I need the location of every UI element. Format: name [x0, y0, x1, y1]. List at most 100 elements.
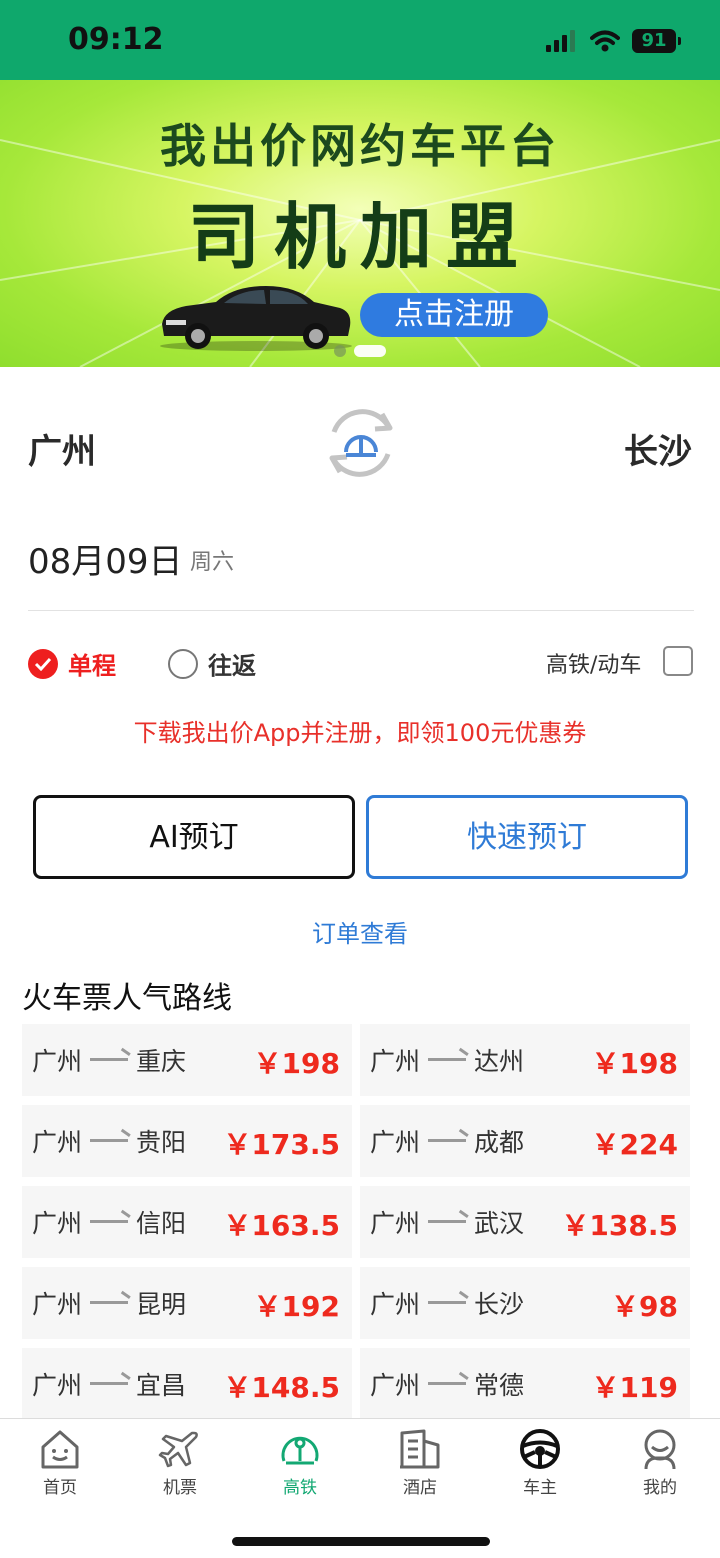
one-way-label: 单程 [68, 652, 116, 680]
arrow-icon [90, 1139, 128, 1142]
route-card[interactable]: 广州 宜昌 ￥148.5 [22, 1348, 352, 1420]
departure-weekday: 周六 [190, 550, 235, 575]
battery-icon: 91 [632, 29, 681, 53]
route-to: 成都 [474, 1128, 525, 1157]
route-card[interactable]: 广州 贵阳 ￥173.5 [22, 1105, 352, 1177]
route-card[interactable]: 广州 武汉 ￥138.5 [360, 1186, 690, 1258]
arrow-icon [428, 1220, 466, 1223]
route-to: 信阳 [136, 1209, 187, 1238]
route-to: 贵阳 [136, 1128, 187, 1157]
route-from: 广州 [32, 1047, 83, 1076]
route-from: 广州 [370, 1209, 421, 1238]
banner-headline: 我出价网约车平台 [160, 119, 560, 173]
hotel-icon [400, 1429, 440, 1469]
route-card[interactable]: 广州 重庆 ￥198 [22, 1024, 352, 1096]
status-bar: 09:12 91 [0, 0, 720, 80]
route-card[interactable]: 广州 长沙 ￥98 [360, 1267, 690, 1339]
ai-booking-button[interactable]: AI预订 [33, 795, 355, 879]
route-card[interactable]: 广州 成都 ￥224 [360, 1105, 690, 1177]
signal-icon [546, 30, 575, 52]
high-speed-label: 高铁/动车 [546, 653, 642, 678]
tab-label: 车主 [523, 1478, 557, 1498]
round-trip-radio[interactable]: 往返 [168, 646, 256, 681]
status-icons: 91 [546, 26, 681, 56]
tab-label: 高铁 [283, 1478, 317, 1498]
arrow-icon [428, 1382, 466, 1385]
one-way-radio[interactable]: 单程 [28, 646, 116, 681]
popular-routes-title: 火车票人气路线 [22, 981, 232, 1016]
route-to: 武汉 [474, 1209, 525, 1238]
carousel-dot-active[interactable] [354, 345, 386, 357]
register-cta-button[interactable]: 点击注册 [360, 293, 548, 337]
view-orders-link[interactable]: 订单查看 [0, 914, 720, 949]
route-card[interactable]: 广州 常德 ￥119 [360, 1348, 690, 1420]
home-indicator [232, 1537, 490, 1546]
route-to: 宜昌 [136, 1371, 187, 1400]
arrow-icon [90, 1220, 128, 1223]
carousel-indicator[interactable] [334, 345, 386, 357]
promo-text[interactable]: 下载我出价App并注册，即领100元优惠券 [0, 713, 720, 748]
tab-label: 我的 [643, 1478, 677, 1498]
to-city[interactable]: 长沙 [624, 424, 692, 473]
route-from: 广州 [370, 1128, 421, 1157]
route-from: 广州 [370, 1371, 421, 1400]
profile-icon [644, 1429, 676, 1470]
departure-date[interactable]: 08月09日 [28, 534, 183, 583]
plane-icon [158, 1431, 198, 1468]
quick-booking-button[interactable]: 快速预订 [366, 795, 688, 879]
route-price: ￥138.5 [561, 1209, 678, 1242]
promo-banner[interactable]: 我出价网约车平台 司机加盟 点击注册 [0, 80, 720, 367]
arrow-icon [428, 1301, 466, 1304]
tab-label: 机票 [163, 1478, 197, 1498]
tab-label: 酒店 [403, 1478, 437, 1498]
swap-cities-icon[interactable] [320, 402, 402, 484]
route-card[interactable]: 广州 昆明 ￥192 [22, 1267, 352, 1339]
carousel-dot[interactable] [334, 345, 346, 357]
tab-train[interactable]: 高铁 [240, 1427, 360, 1507]
route-price: ￥173.5 [223, 1128, 340, 1161]
arrow-icon [90, 1058, 128, 1061]
tab-hotel[interactable]: 酒店 [360, 1427, 480, 1507]
route-price: ￥119 [591, 1371, 678, 1404]
route-price: ￥98 [611, 1290, 678, 1323]
checkmark-icon [28, 648, 58, 679]
arrow-icon [90, 1301, 128, 1304]
arrow-icon [428, 1139, 466, 1142]
route-price: ￥198 [253, 1047, 340, 1080]
tab-label: 首页 [43, 1478, 77, 1498]
route-from: 广州 [32, 1290, 83, 1319]
status-time: 09:12 [68, 22, 164, 57]
divider [28, 610, 694, 611]
steering-wheel-icon [520, 1429, 560, 1469]
arrow-icon [428, 1058, 466, 1061]
wifi-icon [590, 30, 620, 52]
route-from: 广州 [32, 1209, 83, 1238]
route-to: 昆明 [136, 1290, 187, 1319]
route-from: 广州 [32, 1128, 83, 1157]
route-price: ￥148.5 [223, 1371, 340, 1404]
high-speed-checkbox[interactable] [663, 646, 693, 676]
car-image [160, 286, 352, 351]
tab-car-owner[interactable]: 车主 [480, 1427, 600, 1507]
arrow-icon [90, 1382, 128, 1385]
route-to: 常德 [474, 1371, 525, 1400]
tab-home[interactable]: 首页 [0, 1427, 120, 1507]
route-price: ￥192 [253, 1290, 340, 1323]
route-card[interactable]: 广州 信阳 ￥163.5 [22, 1186, 352, 1258]
route-to: 长沙 [474, 1290, 525, 1319]
route-price: ￥198 [591, 1047, 678, 1080]
home-icon [41, 1430, 79, 1469]
route-from: 广州 [370, 1290, 421, 1319]
tab-flights[interactable]: 机票 [120, 1427, 240, 1507]
tab-profile[interactable]: 我的 [600, 1427, 720, 1507]
route-from: 广州 [32, 1371, 83, 1400]
banner-title: 司机加盟 [187, 195, 532, 279]
route-to: 重庆 [136, 1047, 187, 1076]
from-city[interactable]: 广州 [28, 424, 96, 473]
route-to: 达州 [474, 1047, 525, 1076]
route-price: ￥224 [591, 1128, 678, 1161]
train-icon [281, 1436, 319, 1465]
radio-empty-icon [168, 648, 198, 679]
round-trip-label: 往返 [208, 652, 256, 680]
route-card[interactable]: 广州 达州 ￥198 [360, 1024, 690, 1096]
